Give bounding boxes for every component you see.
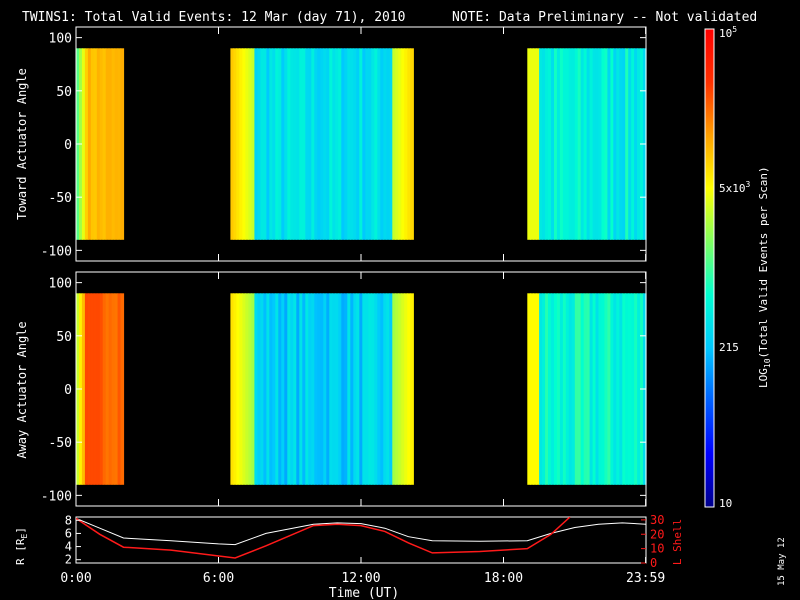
ytick-label: 0 — [64, 138, 72, 153]
colorbar-tick-min: 10 — [719, 497, 732, 510]
colorbar-label: LOG10(Total Valid Events per Scan) — [757, 166, 772, 388]
xtick-label: 0:00 — [60, 571, 91, 586]
orbit-ytick-right-label: 10 — [650, 542, 664, 556]
date-stamp: 15 May 12 — [777, 537, 787, 586]
orbit-ytick-left-label: 2 — [65, 553, 72, 567]
xtick-label: 18:00 — [484, 571, 523, 586]
chart-note: NOTE: Data Preliminary -- Not validated — [452, 10, 757, 25]
orbit-ytick-left-label: 6 — [65, 526, 72, 540]
colorbar-tick-215: 215 — [719, 341, 739, 354]
segment-column — [410, 293, 414, 485]
data-segment — [230, 293, 414, 485]
segment-column — [410, 48, 414, 240]
panel-away: 100 50 0 -50 -100 — [41, 271, 647, 507]
colorbar-tick-max: 105 — [719, 25, 737, 40]
ytick-label: -50 — [49, 191, 72, 206]
r-series-line — [76, 517, 646, 546]
chart-title: TWINS1: Total Valid Events: 12 Mar (day … — [22, 10, 406, 25]
panel-toward: 100 50 0 -50 -100 — [41, 26, 647, 262]
colorbar-scale — [704, 28, 715, 508]
orbit-ylabel-right: L Shell — [671, 519, 684, 565]
ytick-label: -100 — [41, 244, 72, 259]
orbit-ytick-left-label: 8 — [65, 513, 72, 527]
ytick-label: 50 — [56, 330, 72, 345]
panel-away-ylabel: Away Actuator Angle — [15, 321, 29, 458]
panel-toward-ylabel: Toward Actuator Angle — [15, 68, 29, 220]
data-segment — [527, 48, 647, 240]
ytick-label: -100 — [41, 489, 72, 504]
data-segment — [527, 293, 647, 485]
l-shell-series-line — [76, 517, 571, 559]
orbit-ytick-left-label: 4 — [65, 540, 72, 554]
data-segment — [76, 293, 125, 485]
data-segment — [76, 48, 125, 240]
orbit-ytick-right-label: 20 — [650, 527, 664, 541]
xtick-label: 6:00 — [203, 571, 234, 586]
panel-orbit: 8642 3020100 0:00 6:00 12:00 18:00 23:59 — [60, 513, 665, 586]
colorbar-tick-5e3: 5x103 — [719, 180, 751, 195]
ytick-label: -50 — [49, 436, 72, 451]
orbit-ytick-right-label: 30 — [650, 513, 664, 527]
colorbar: 105 5x103 215 10 LOG10(Total Valid Event… — [704, 25, 772, 510]
orbit-ylabel-left: R [RE] — [14, 527, 29, 565]
ytick-label: 0 — [64, 383, 72, 398]
xaxis-label: Time (UT) — [329, 586, 399, 600]
xtick-label: 23:59 — [626, 571, 665, 586]
ytick-label: 100 — [49, 277, 72, 292]
twins-figure: TWINS1: Total Valid Events: 12 Mar (day … — [14, 10, 787, 600]
segment-column — [120, 293, 125, 485]
ytick-label: 100 — [49, 32, 72, 47]
data-segment — [230, 48, 414, 240]
segment-column — [120, 48, 125, 240]
orbit-ytick-right-label: 0 — [650, 556, 657, 570]
xtick-label: 12:00 — [341, 571, 380, 586]
ytick-label: 50 — [56, 85, 72, 100]
